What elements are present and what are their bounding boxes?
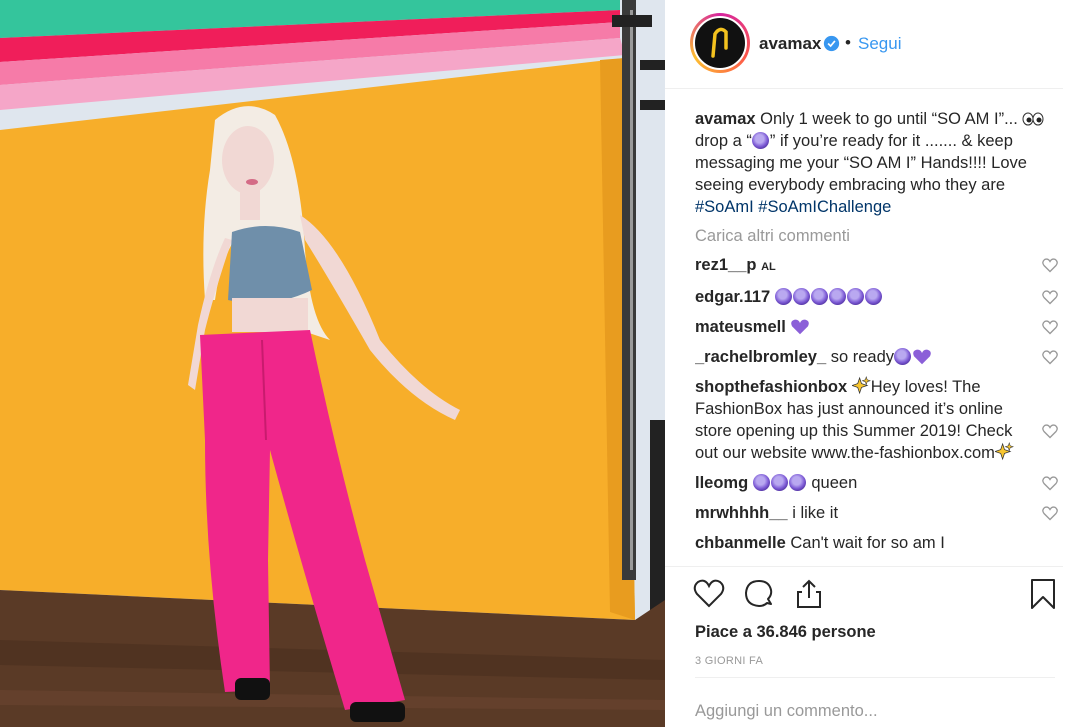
follow-button[interactable]: Segui — [858, 34, 901, 54]
header-separator: • — [845, 33, 851, 52]
comment-item: _rachelbromley_ so ready — [695, 346, 1063, 368]
comment-item: rez1__p AL — [695, 254, 1063, 278]
likes-count[interactable]: Piace a 36.846 persone — [695, 623, 876, 642]
crystal-ball-emoji-icon — [752, 474, 770, 491]
small-heart-icon[interactable] — [1042, 506, 1058, 521]
header-username[interactable]: avamax — [759, 34, 821, 54]
comment-username[interactable]: chbanmelle — [695, 534, 786, 552]
caption-text-2: drop a “ — [695, 132, 752, 150]
load-more-comments[interactable]: Carica altri commenti — [695, 227, 1063, 246]
verified-badge-icon — [823, 35, 840, 52]
crystal-ball-emoji-icon — [770, 474, 788, 491]
purple-heart-emoji-icon — [913, 349, 931, 365]
comment-username[interactable]: edgar.117 — [695, 288, 770, 306]
comment-item: shopthefashionbox Hey loves! The Fashion… — [695, 376, 1063, 464]
divider — [695, 677, 1055, 678]
post-photo[interactable] — [0, 0, 665, 727]
comment-username[interactable]: lleomg — [695, 474, 748, 492]
hashtag-soamichallenge[interactable]: #SoAmIChallenge — [758, 198, 891, 216]
crystal-ball-emoji-icon — [774, 288, 792, 305]
sparkles-emoji-icon — [851, 376, 871, 395]
comment-username[interactable]: shopthefashionbox — [695, 378, 847, 396]
small-heart-icon[interactable] — [1042, 290, 1058, 305]
comment-item: lleomg queen — [695, 472, 1063, 494]
add-comment-input[interactable]: Aggiungi un commento... — [695, 702, 878, 721]
small-heart-icon[interactable] — [1042, 258, 1058, 273]
small-heart-icon[interactable] — [1042, 476, 1058, 491]
small-heart-icon[interactable] — [1042, 424, 1058, 439]
comments-list[interactable]: avamax Only 1 week to go until “SO AM I”… — [695, 108, 1063, 566]
avatar-logo-icon — [711, 27, 728, 58]
post-header: avamax • Segui — [665, 0, 1063, 89]
comment-item: mateusmell — [695, 316, 1063, 338]
action-bar — [693, 578, 1055, 612]
heart-outline-icon[interactable] — [693, 578, 725, 610]
speech-bubble-icon[interactable] — [743, 578, 775, 610]
caption-text-1: Only 1 week to go until “SO AM I”... — [760, 110, 1018, 128]
comment-username[interactable]: mrwhhhh__ — [695, 504, 788, 522]
eyes-emoji-icon — [1022, 112, 1044, 126]
crystal-ball-emoji-icon — [751, 132, 769, 149]
hashtag-soami[interactable]: #SoAmI — [695, 198, 754, 216]
crystal-ball-emoji-icon — [864, 288, 882, 305]
crystal-ball-emoji-icon — [792, 288, 810, 305]
comment-item: mrwhhhh__ i like it — [695, 502, 1063, 524]
bookmark-icon[interactable] — [1027, 578, 1059, 610]
crystal-ball-emoji-icon — [828, 288, 846, 305]
crystal-ball-emoji-icon — [788, 474, 806, 491]
post-timestamp[interactable]: 3 GIORNI FA — [695, 655, 763, 667]
comment-text: so ready — [830, 348, 895, 366]
post-image — [0, 0, 665, 727]
purple-heart-emoji-icon — [791, 319, 810, 335]
comment-username[interactable]: rez1__p — [695, 256, 756, 274]
crystal-ball-emoji-icon — [894, 348, 912, 365]
small-heart-icon[interactable] — [1042, 320, 1058, 335]
avatar[interactable] — [693, 16, 747, 70]
share-upload-icon[interactable] — [793, 578, 825, 610]
post-caption: avamax Only 1 week to go until “SO AM I”… — [695, 108, 1063, 218]
story-ring[interactable] — [690, 13, 750, 73]
comment-text: Can't wait for so am I — [790, 534, 945, 552]
caption-username[interactable]: avamax — [695, 110, 756, 128]
comment-text: queen — [811, 474, 858, 492]
comment-badge: AL — [761, 261, 776, 273]
comment-item: chbanmelle Can't wait for so am I — [695, 532, 1063, 554]
crystal-ball-emoji-icon — [810, 288, 828, 305]
small-heart-icon[interactable] — [1042, 350, 1058, 365]
comment-text: i like it — [792, 504, 839, 522]
comment-item: edgar.117 — [695, 286, 1063, 308]
sparkles-emoji-icon — [994, 442, 1014, 461]
post-side-panel: avamax • Segui avamax Only 1 week to go … — [665, 0, 1065, 727]
divider — [665, 566, 1063, 567]
comment-username[interactable]: _rachelbromley_ — [695, 348, 826, 366]
comment-username[interactable]: mateusmell — [695, 318, 786, 336]
crystal-ball-emoji-icon — [846, 288, 864, 305]
